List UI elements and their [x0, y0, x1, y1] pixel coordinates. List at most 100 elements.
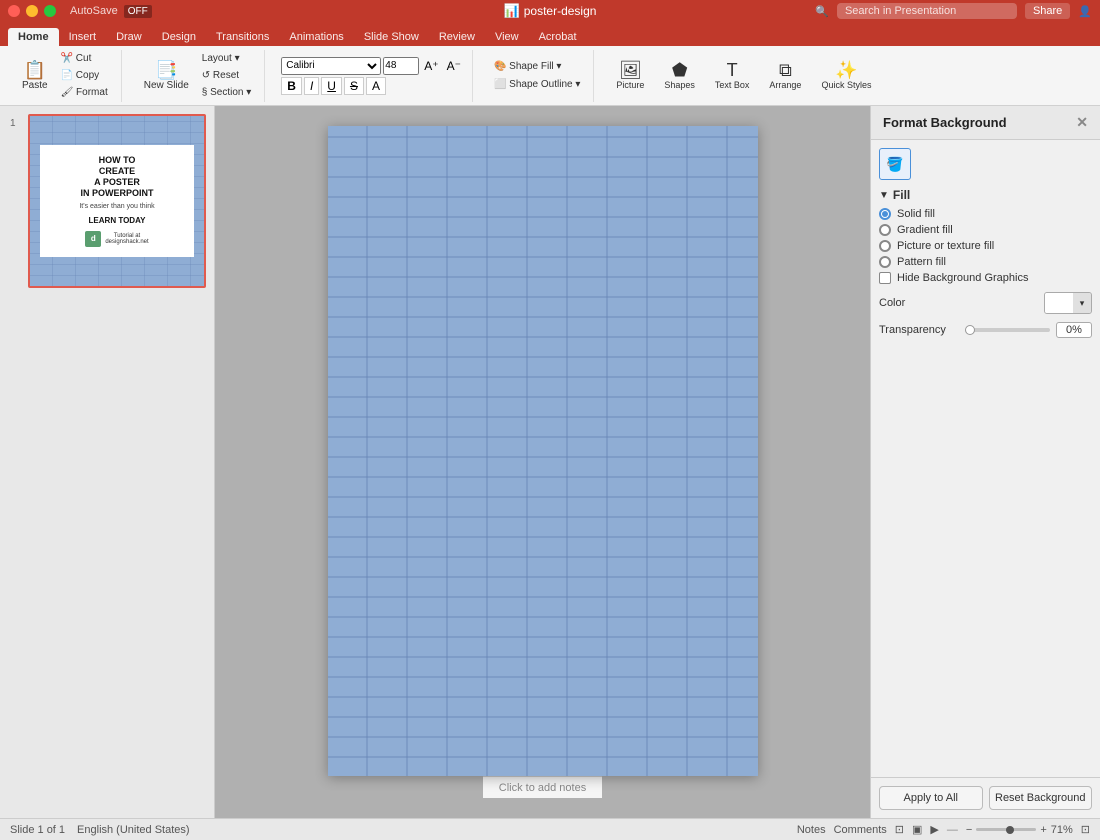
fit-button[interactable]: ⊡ — [1081, 823, 1090, 836]
gradient-fill-option[interactable]: Gradient fill — [879, 224, 1092, 236]
color-dropdown-arrow[interactable]: ▾ — [1073, 293, 1091, 313]
transparency-slider[interactable] — [965, 328, 1050, 332]
format-panel: Format Background ✕ 🪣 ▼ Fill Solid fill … — [870, 106, 1100, 818]
tab-animations[interactable]: Animations — [279, 28, 353, 46]
tab-design[interactable]: Design — [152, 28, 206, 46]
solid-fill-radio[interactable] — [879, 208, 891, 220]
tab-insert[interactable]: Insert — [59, 28, 107, 46]
transparency-thumb — [965, 325, 975, 335]
thumb-title: HOW TOCREATEA POSTERIN POWERPOINT — [50, 155, 184, 198]
zoom-in-button[interactable]: + — [1040, 824, 1046, 836]
zoom-thumb — [1006, 826, 1014, 834]
share-button[interactable]: Share — [1025, 3, 1070, 19]
picture-fill-radio[interactable] — [879, 240, 891, 252]
apply-to-all-button[interactable]: Apply to All — [879, 786, 983, 810]
color-picker-button[interactable]: ▾ — [1044, 292, 1092, 314]
notes-button[interactable]: Notes — [797, 824, 826, 836]
quick-styles-button[interactable]: ✨ Quick Styles — [815, 59, 877, 92]
pattern-fill-label: Pattern fill — [897, 256, 946, 268]
view-slideshow-button[interactable]: ▶ — [930, 823, 938, 836]
picture-button[interactable]: 🖼 Picture — [610, 59, 650, 92]
bold-button[interactable]: B — [281, 77, 302, 95]
hide-background-checkbox[interactable] — [879, 272, 891, 284]
shape-outline-button[interactable]: ⬜ Shape Outline ▾ — [489, 77, 585, 92]
transparency-value[interactable]: 0% — [1056, 322, 1092, 338]
slide-canvas[interactable]: HOW TO CREATE A POSTER IN POWERPOINT It'… — [328, 126, 758, 776]
panel-footer: Apply to All Reset Background — [871, 777, 1100, 818]
arrange-button[interactable]: ⧉ Arrange — [763, 59, 807, 92]
file-name: poster-design — [524, 4, 597, 18]
zoom-out-button[interactable]: − — [966, 824, 972, 836]
tab-slideshow[interactable]: Slide Show — [354, 28, 429, 46]
user-icon[interactable]: 👤 — [1078, 5, 1092, 18]
solid-fill-option[interactable]: Solid fill — [879, 208, 1092, 220]
textbox-button[interactable]: T Text Box — [709, 59, 756, 92]
format-panel-close[interactable]: ✕ — [1076, 114, 1088, 131]
format-button[interactable]: 🖌 Format — [56, 85, 113, 100]
shapes-button[interactable]: ⬟ Shapes — [658, 59, 701, 92]
app-title: 📊 poster-design — [504, 3, 597, 19]
language-label: English (United States) — [77, 824, 190, 836]
strikethrough-button[interactable]: S — [344, 77, 364, 95]
panel-icon-row: 🪣 — [879, 148, 1092, 180]
tab-view[interactable]: View — [485, 28, 529, 46]
slide-background — [328, 126, 758, 776]
search-input[interactable] — [837, 3, 1017, 19]
tab-acrobat[interactable]: Acrobat — [529, 28, 587, 46]
cut-button[interactable]: ✂️ Cut — [56, 51, 113, 66]
close-window-button[interactable] — [8, 5, 20, 17]
section-button[interactable]: § Section ▾ — [197, 85, 257, 100]
font-color-button[interactable]: A — [366, 77, 386, 95]
slides-group: 📑 New Slide Layout ▾ ↺ Reset § Section ▾ — [130, 50, 266, 102]
clipboard-group: 📋 Paste ✂️ Cut 📄 Copy 🖌 Format — [8, 50, 122, 102]
comments-button[interactable]: Comments — [834, 824, 887, 836]
font-family-select[interactable]: Calibri — [281, 57, 381, 75]
title-bar-right: 🔍 Share 👤 — [815, 3, 1092, 19]
pattern-fill-radio[interactable] — [879, 256, 891, 268]
underline-button[interactable]: U — [321, 77, 342, 95]
slide-thumb-bg: HOW TOCREATEA POSTERIN POWERPOINT It's e… — [30, 116, 204, 286]
new-slide-button[interactable]: 📑 New Slide — [138, 59, 195, 93]
copy-button[interactable]: 📄 Copy — [56, 68, 113, 83]
font-size-input[interactable] — [383, 57, 419, 75]
tab-transitions[interactable]: Transitions — [206, 28, 279, 46]
color-swatch — [1045, 293, 1073, 313]
notes-bar[interactable]: Click to add notes — [483, 776, 602, 798]
paste-button[interactable]: 📋 Paste — [16, 59, 54, 93]
textbox-icon: T — [727, 61, 738, 79]
zoom-level[interactable]: 71% — [1051, 824, 1073, 836]
status-bar: Slide 1 of 1 English (United States) Not… — [0, 818, 1100, 840]
picture-fill-option[interactable]: Picture or texture fill — [879, 240, 1092, 252]
tab-draw[interactable]: Draw — [106, 28, 152, 46]
hide-background-option[interactable]: Hide Background Graphics — [879, 272, 1092, 284]
view-normal-button[interactable]: ⊡ — [895, 823, 904, 836]
autosave-state[interactable]: OFF — [124, 5, 152, 18]
slide-thumbnail[interactable]: HOW TOCREATEA POSTERIN POWERPOINT It's e… — [28, 114, 206, 288]
arrange-icon: ⧉ — [779, 61, 792, 79]
thumb-logo: d Tutorial atdesignshack.net — [50, 231, 184, 247]
pattern-fill-option[interactable]: Pattern fill — [879, 256, 1092, 268]
tab-review[interactable]: Review — [429, 28, 485, 46]
fill-label: Fill — [893, 188, 910, 202]
minimize-window-button[interactable] — [26, 5, 38, 17]
ribbon: 📋 Paste ✂️ Cut 📄 Copy 🖌 Format 📑 New Sli… — [0, 46, 1100, 106]
gradient-fill-radio[interactable] — [879, 224, 891, 236]
view-reading-button[interactable]: ▣ — [912, 823, 922, 836]
fill-arrow-icon: ▼ — [879, 190, 889, 201]
reset-button[interactable]: ↺ Reset — [197, 68, 257, 83]
format-panel-body: 🪣 ▼ Fill Solid fill Gradient fill Pictur… — [871, 140, 1100, 777]
fill-icon-button[interactable]: 🪣 — [879, 148, 911, 180]
increase-font-button[interactable]: A⁺ — [421, 58, 441, 74]
zoom-slider[interactable] — [976, 828, 1036, 831]
decrease-font-button[interactable]: A⁻ — [444, 58, 464, 74]
layout-button[interactable]: Layout ▾ — [197, 51, 257, 66]
shape-fill-button[interactable]: 🎨 Shape Fill ▾ — [489, 59, 585, 74]
fill-section-header[interactable]: ▼ Fill — [879, 188, 1092, 202]
hide-background-label: Hide Background Graphics — [897, 272, 1028, 284]
insert-group: 🖼 Picture ⬟ Shapes T Text Box ⧉ Arrange … — [602, 50, 885, 102]
title-bar: AutoSave OFF 📊 poster-design 🔍 Share 👤 — [0, 0, 1100, 22]
reset-background-button[interactable]: Reset Background — [989, 786, 1093, 810]
italic-button[interactable]: I — [304, 77, 319, 95]
tab-home[interactable]: Home — [8, 28, 59, 46]
maximize-window-button[interactable] — [44, 5, 56, 17]
